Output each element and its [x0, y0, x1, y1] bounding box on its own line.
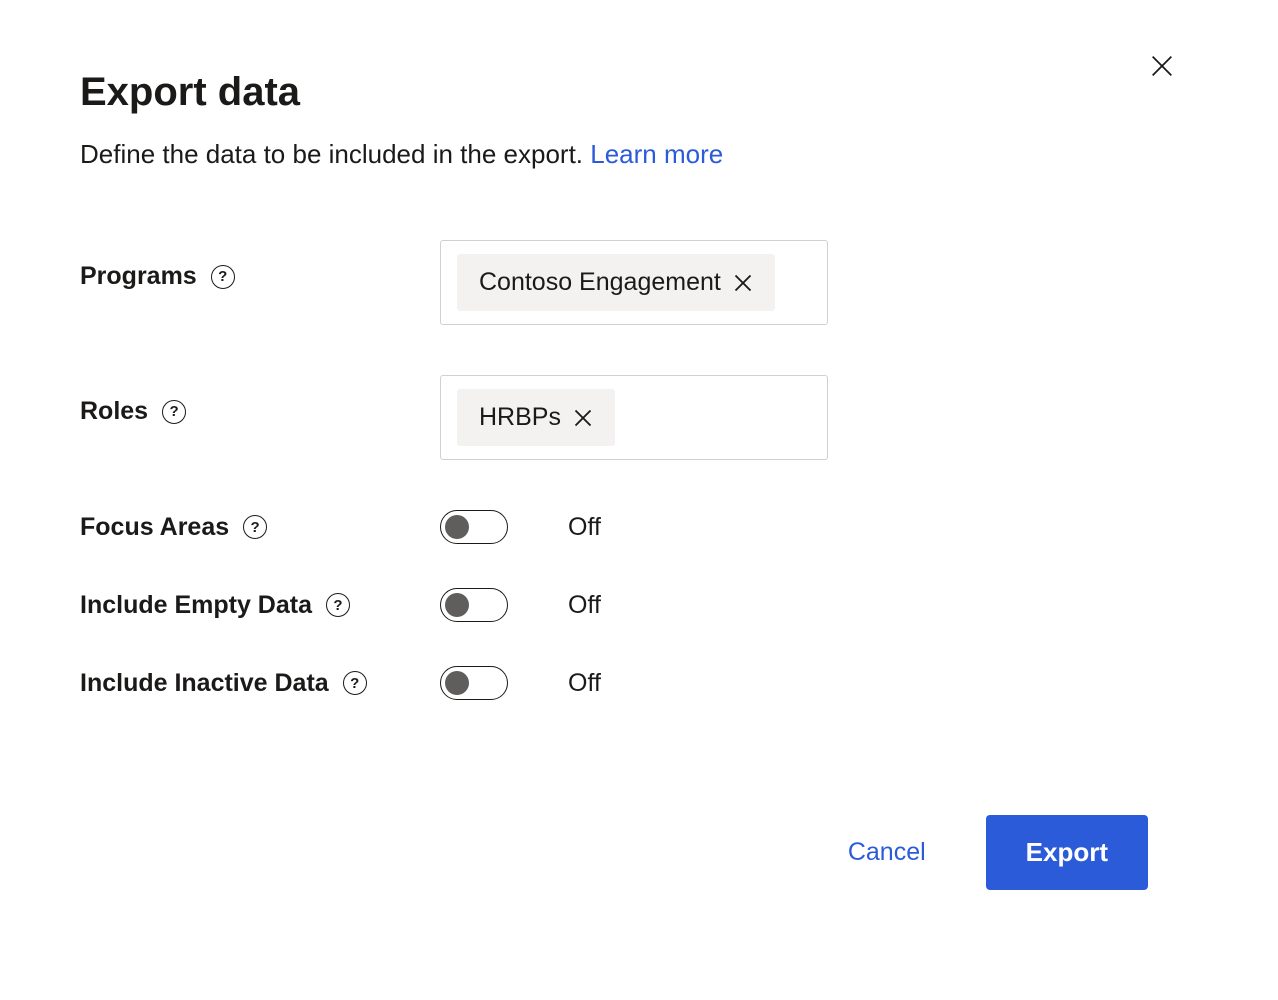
toggle-knob	[445, 671, 469, 695]
include-empty-label: Include Empty Data	[80, 591, 312, 620]
include-empty-toggle[interactable]	[440, 588, 508, 622]
help-icon[interactable]: ?	[343, 671, 367, 695]
include-empty-toggle-group: Off	[440, 588, 601, 622]
toggle-knob	[445, 515, 469, 539]
close-button[interactable]	[1146, 50, 1178, 82]
focus-areas-label-group: Focus Areas ?	[80, 513, 440, 542]
close-icon	[573, 408, 593, 428]
focus-areas-row: Focus Areas ? Off	[80, 510, 1198, 544]
export-button[interactable]: Export	[986, 815, 1148, 890]
role-tag: HRBPs	[457, 389, 615, 446]
help-icon[interactable]: ?	[211, 265, 235, 289]
programs-label: Programs	[80, 262, 197, 291]
roles-input[interactable]: HRBPs	[440, 375, 828, 460]
focus-areas-toggle[interactable]	[440, 510, 508, 544]
close-icon	[1148, 52, 1176, 80]
tag-remove-button[interactable]	[733, 273, 753, 293]
learn-more-link[interactable]: Learn more	[590, 139, 723, 169]
include-inactive-toggle[interactable]	[440, 666, 508, 700]
help-icon[interactable]: ?	[162, 400, 186, 424]
tag-remove-button[interactable]	[573, 408, 593, 428]
include-inactive-state: Off	[568, 669, 601, 698]
tag-label: Contoso Engagement	[479, 268, 721, 297]
cancel-button[interactable]: Cancel	[828, 828, 946, 877]
focus-areas-state: Off	[568, 513, 601, 542]
tag-label: HRBPs	[479, 403, 561, 432]
help-icon[interactable]: ?	[326, 593, 350, 617]
include-inactive-label: Include Inactive Data	[80, 669, 329, 698]
include-inactive-row: Include Inactive Data ? Off	[80, 666, 1198, 700]
dialog-actions: Cancel Export	[828, 815, 1148, 890]
include-inactive-toggle-group: Off	[440, 666, 601, 700]
focus-areas-toggle-group: Off	[440, 510, 601, 544]
subtitle-text: Define the data to be included in the ex…	[80, 139, 590, 169]
focus-areas-label: Focus Areas	[80, 513, 229, 542]
include-empty-row: Include Empty Data ? Off	[80, 588, 1198, 622]
close-icon	[733, 273, 753, 293]
roles-label-group: Roles ?	[80, 375, 440, 426]
roles-label: Roles	[80, 397, 148, 426]
export-dialog: Export data Define the data to be includ…	[0, 0, 1278, 1000]
dialog-title: Export data	[80, 70, 1198, 115]
toggle-knob	[445, 593, 469, 617]
help-icon[interactable]: ?	[243, 515, 267, 539]
programs-input[interactable]: Contoso Engagement	[440, 240, 828, 325]
roles-row: Roles ? HRBPs	[80, 375, 1198, 460]
dialog-subtitle: Define the data to be included in the ex…	[80, 139, 1198, 170]
programs-row: Programs ? Contoso Engagement	[80, 240, 1198, 325]
include-empty-label-group: Include Empty Data ?	[80, 591, 440, 620]
include-empty-state: Off	[568, 591, 601, 620]
include-inactive-label-group: Include Inactive Data ?	[80, 669, 440, 698]
program-tag: Contoso Engagement	[457, 254, 775, 311]
programs-label-group: Programs ?	[80, 240, 440, 291]
